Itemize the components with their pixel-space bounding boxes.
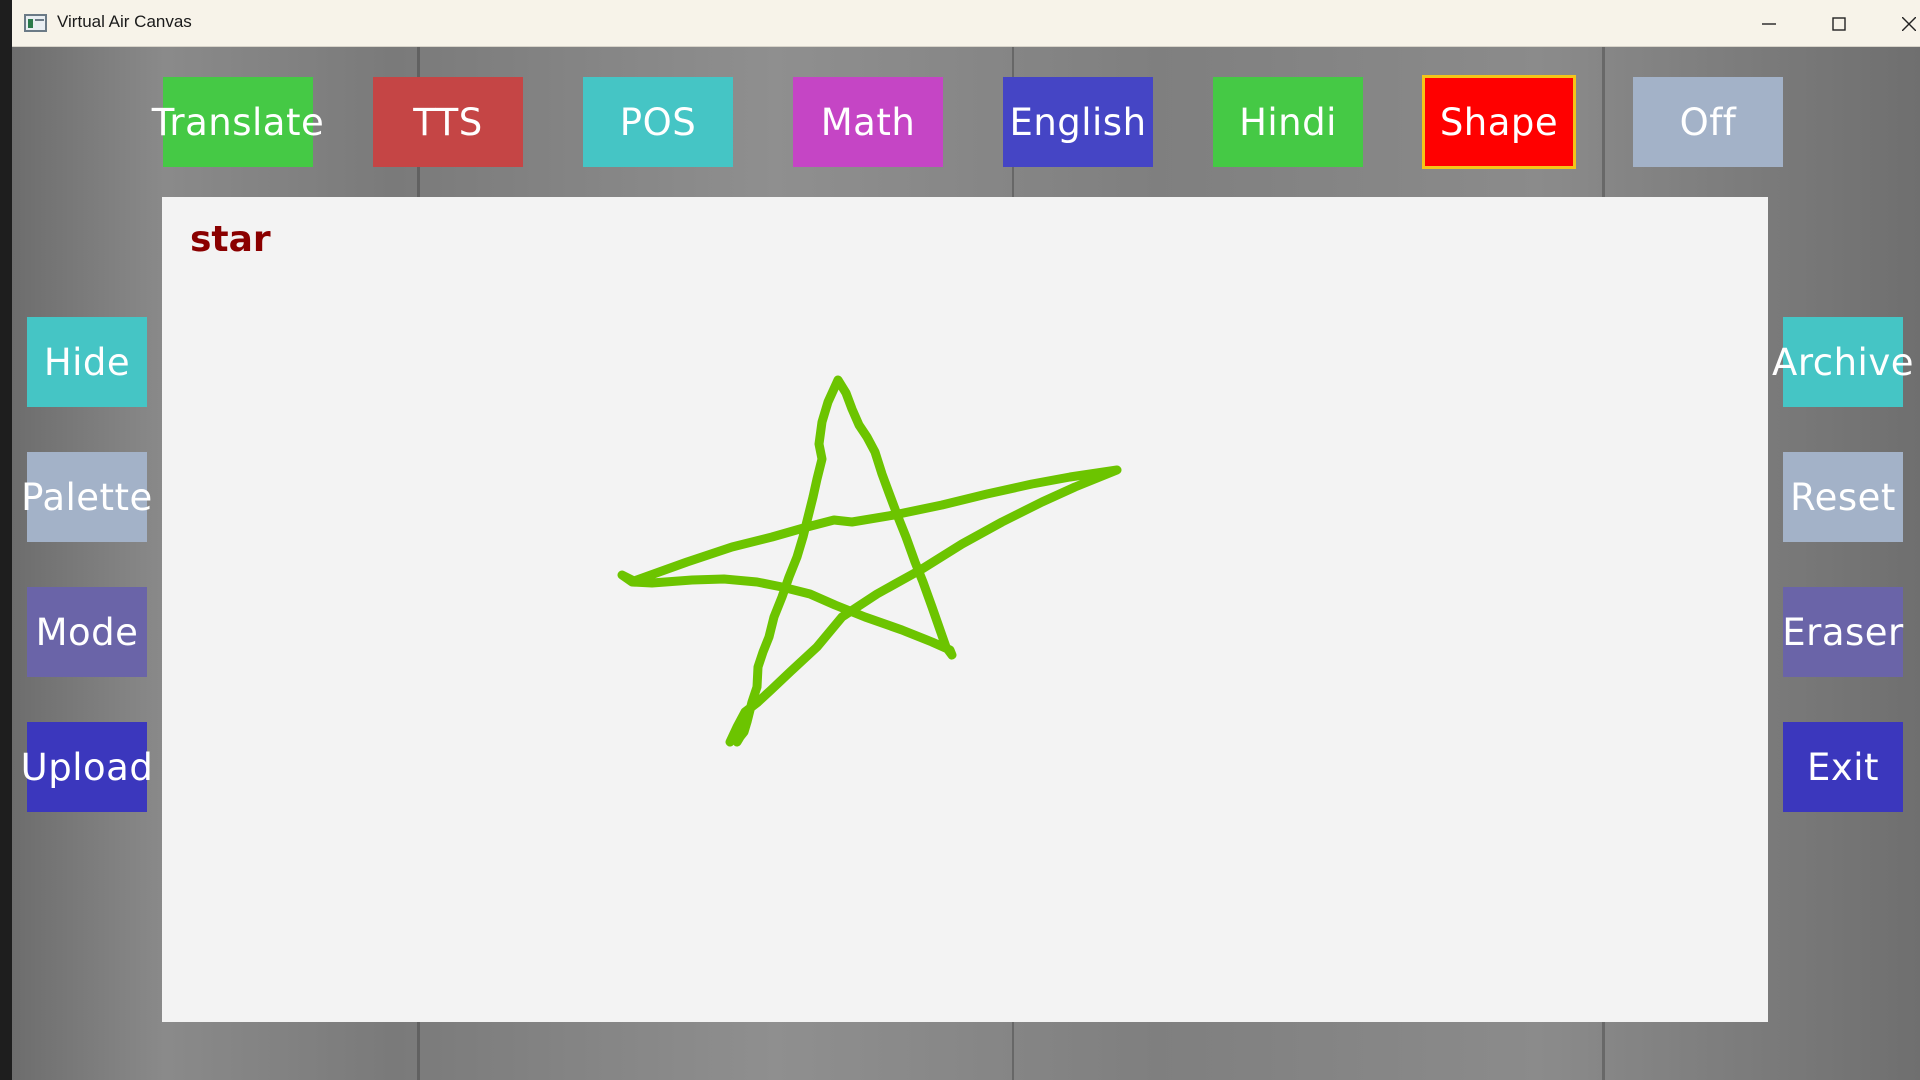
translate-button[interactable]: Translate: [152, 77, 324, 167]
off-button[interactable]: Off: [1633, 77, 1783, 167]
window-title: Virtual Air Canvas: [57, 12, 192, 31]
star-stroke-drawing: [617, 375, 1122, 747]
palette-button[interactable]: Palette: [21, 452, 152, 542]
app-window: Virtual Air Canvas Translate TTS POS Mat…: [12, 0, 1920, 1080]
english-button[interactable]: English: [1003, 77, 1153, 167]
math-button[interactable]: Math: [793, 77, 943, 167]
camera-feed: Translate TTS POS Math English Hindi Sha…: [12, 47, 1920, 1080]
minimize-button[interactable]: [1734, 0, 1804, 47]
archive-button[interactable]: Archive: [1772, 317, 1913, 407]
shape-button[interactable]: Shape: [1422, 75, 1576, 169]
maximize-icon: [1832, 16, 1846, 31]
eraser-button[interactable]: Eraser: [1782, 587, 1903, 677]
app-icon: [24, 14, 47, 32]
title-bar: Virtual Air Canvas: [12, 0, 1920, 47]
reset-button[interactable]: Reset: [1783, 452, 1903, 542]
exit-button[interactable]: Exit: [1783, 722, 1903, 812]
pos-button[interactable]: POS: [583, 77, 733, 167]
drawing-canvas[interactable]: star: [162, 197, 1768, 1022]
star-stroke-icon: [617, 375, 1122, 747]
upload-button[interactable]: Upload: [21, 722, 153, 812]
maximize-button[interactable]: [1804, 0, 1874, 47]
tts-button[interactable]: TTS: [373, 77, 523, 167]
hindi-button[interactable]: Hindi: [1213, 77, 1363, 167]
mode-button[interactable]: Mode: [27, 587, 147, 677]
minimize-icon: [1762, 22, 1776, 25]
close-button[interactable]: [1874, 0, 1920, 47]
hide-button[interactable]: Hide: [27, 317, 147, 407]
close-icon: [1902, 16, 1916, 31]
